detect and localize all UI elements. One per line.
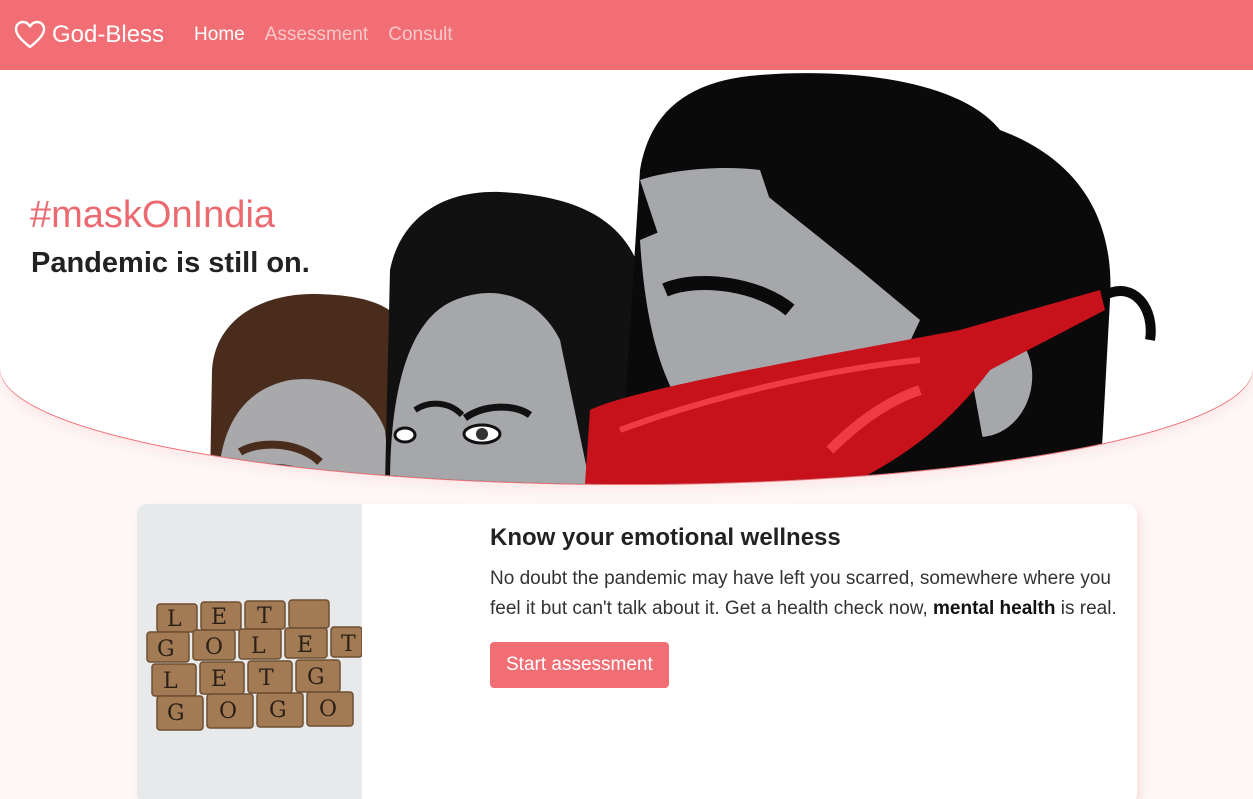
nav-consult-link[interactable]: Consult [388,24,452,46]
card-body: Know your emotional wellness No doubt th… [490,524,1120,688]
start-assessment-button[interactable]: Start assessment [490,642,669,688]
svg-text:T: T [257,604,272,629]
masked-people-illustration [210,73,1156,484]
svg-text:T: T [259,666,274,691]
top-navbar: God-Bless Home Assessment Consult [0,0,1253,70]
svg-text:O: O [205,635,223,660]
svg-text:E: E [211,605,227,630]
wellness-card: LET GOLET LETG GOGO Know your emotional … [137,504,1137,799]
svg-text:G: G [269,698,287,723]
card-text-end: is real. [1055,598,1117,619]
nav-links: Home Assessment Consult [194,24,473,46]
nav-home-link[interactable]: Home [194,24,245,46]
nav-assessment-link[interactable]: Assessment [265,24,368,46]
svg-text:G: G [157,637,175,662]
svg-text:G: G [307,665,325,690]
brand-name: God-Bless [52,21,165,48]
svg-text:G: G [167,701,185,726]
brand-link[interactable]: God-Bless [14,20,164,50]
svg-text:O: O [219,699,237,724]
svg-text:L: L [251,634,266,659]
hero-hashtag: #maskOnIndia [30,194,276,236]
scrabble-tiles-image: LET GOLET LETG GOGO [137,504,362,799]
hero-subtitle: Pandemic is still on. [31,247,310,279]
svg-text:E: E [211,667,227,692]
card-text-bold: mental health [933,598,1056,619]
svg-text:E: E [297,633,313,658]
svg-text:L: L [163,669,178,694]
heart-icon [14,20,46,49]
card-text: No doubt the pandemic may have left you … [490,564,1120,624]
svg-text:T: T [341,632,356,657]
svg-text:O: O [319,697,337,722]
svg-text:L: L [167,607,182,632]
card-title: Know your emotional wellness [490,524,841,551]
hero-banner: #maskOnIndia Pandemic is still on. [0,70,1253,484]
